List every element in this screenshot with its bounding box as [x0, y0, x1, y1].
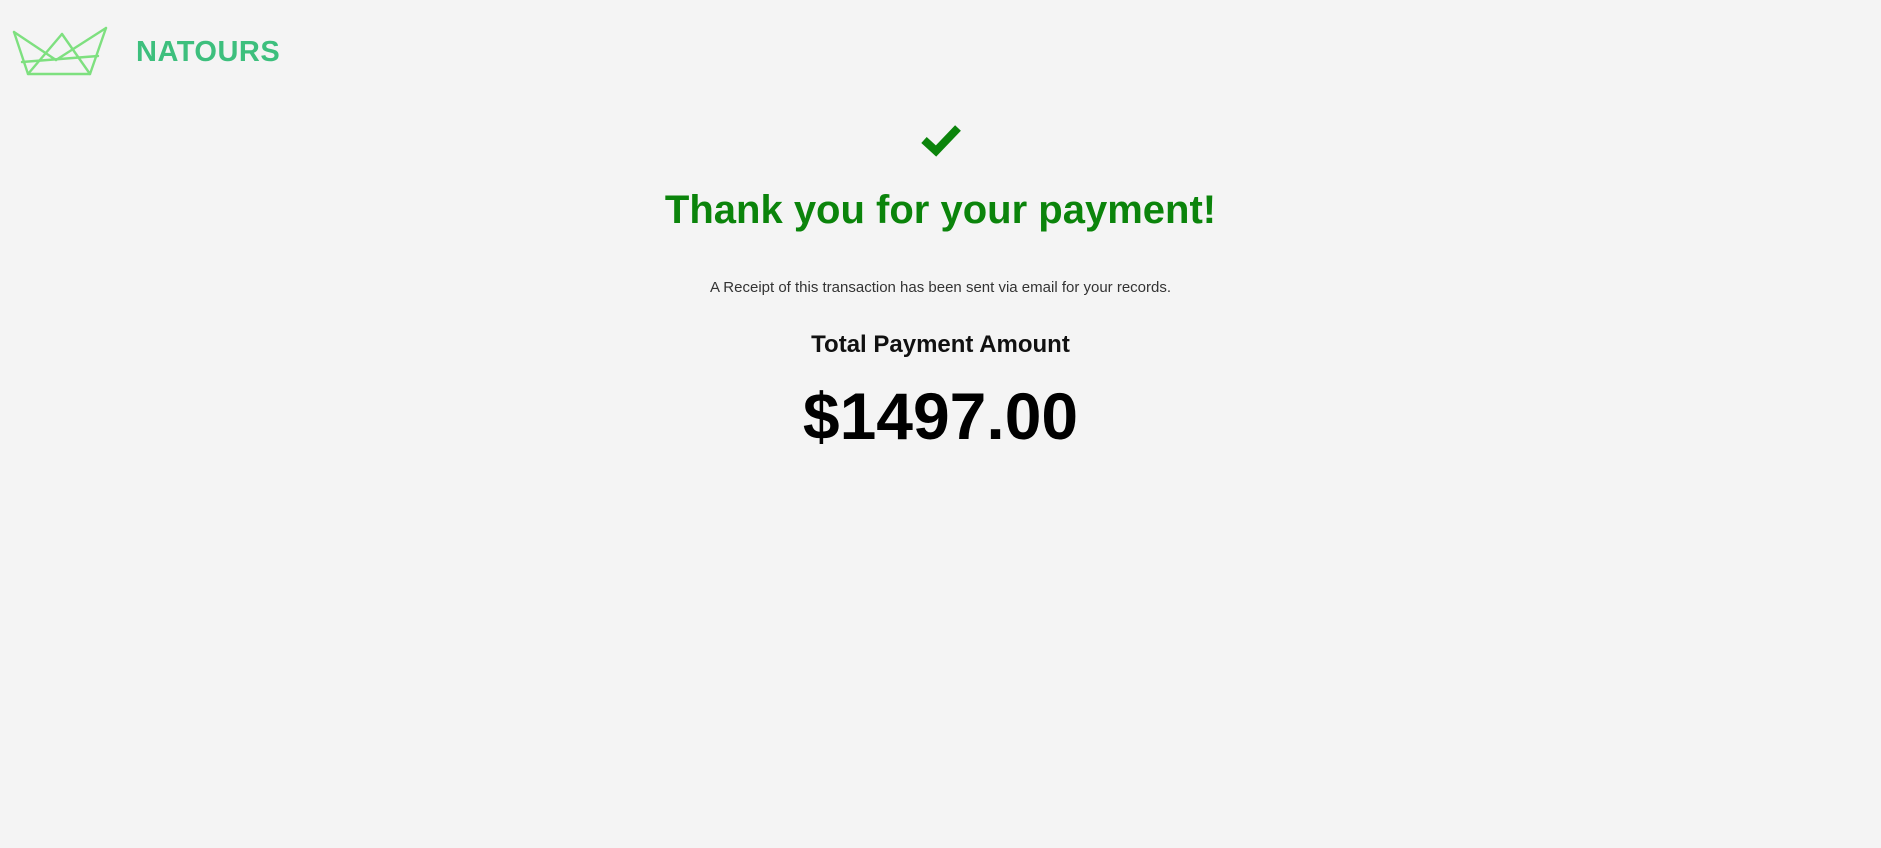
total-amount-value: $1497.00 [802, 378, 1079, 453]
checkmark-icon [920, 125, 961, 157]
crown-logo-icon [12, 26, 108, 76]
confirmation-title: Thank you for your payment! [664, 188, 1217, 232]
receipt-message: A Receipt of this transaction has been s… [709, 279, 1172, 296]
brand-name: NATOURS [136, 35, 281, 68]
brand-logo-link[interactable]: NATOURS [12, 26, 280, 78]
total-amount-label: Total Payment Amount [811, 331, 1070, 358]
payment-success-page: NATOURS Thank you for your payment! A Re… [0, 0, 1881, 848]
confirmation-panel: Thank you for your payment! A Receipt of… [0, 122, 1881, 452]
